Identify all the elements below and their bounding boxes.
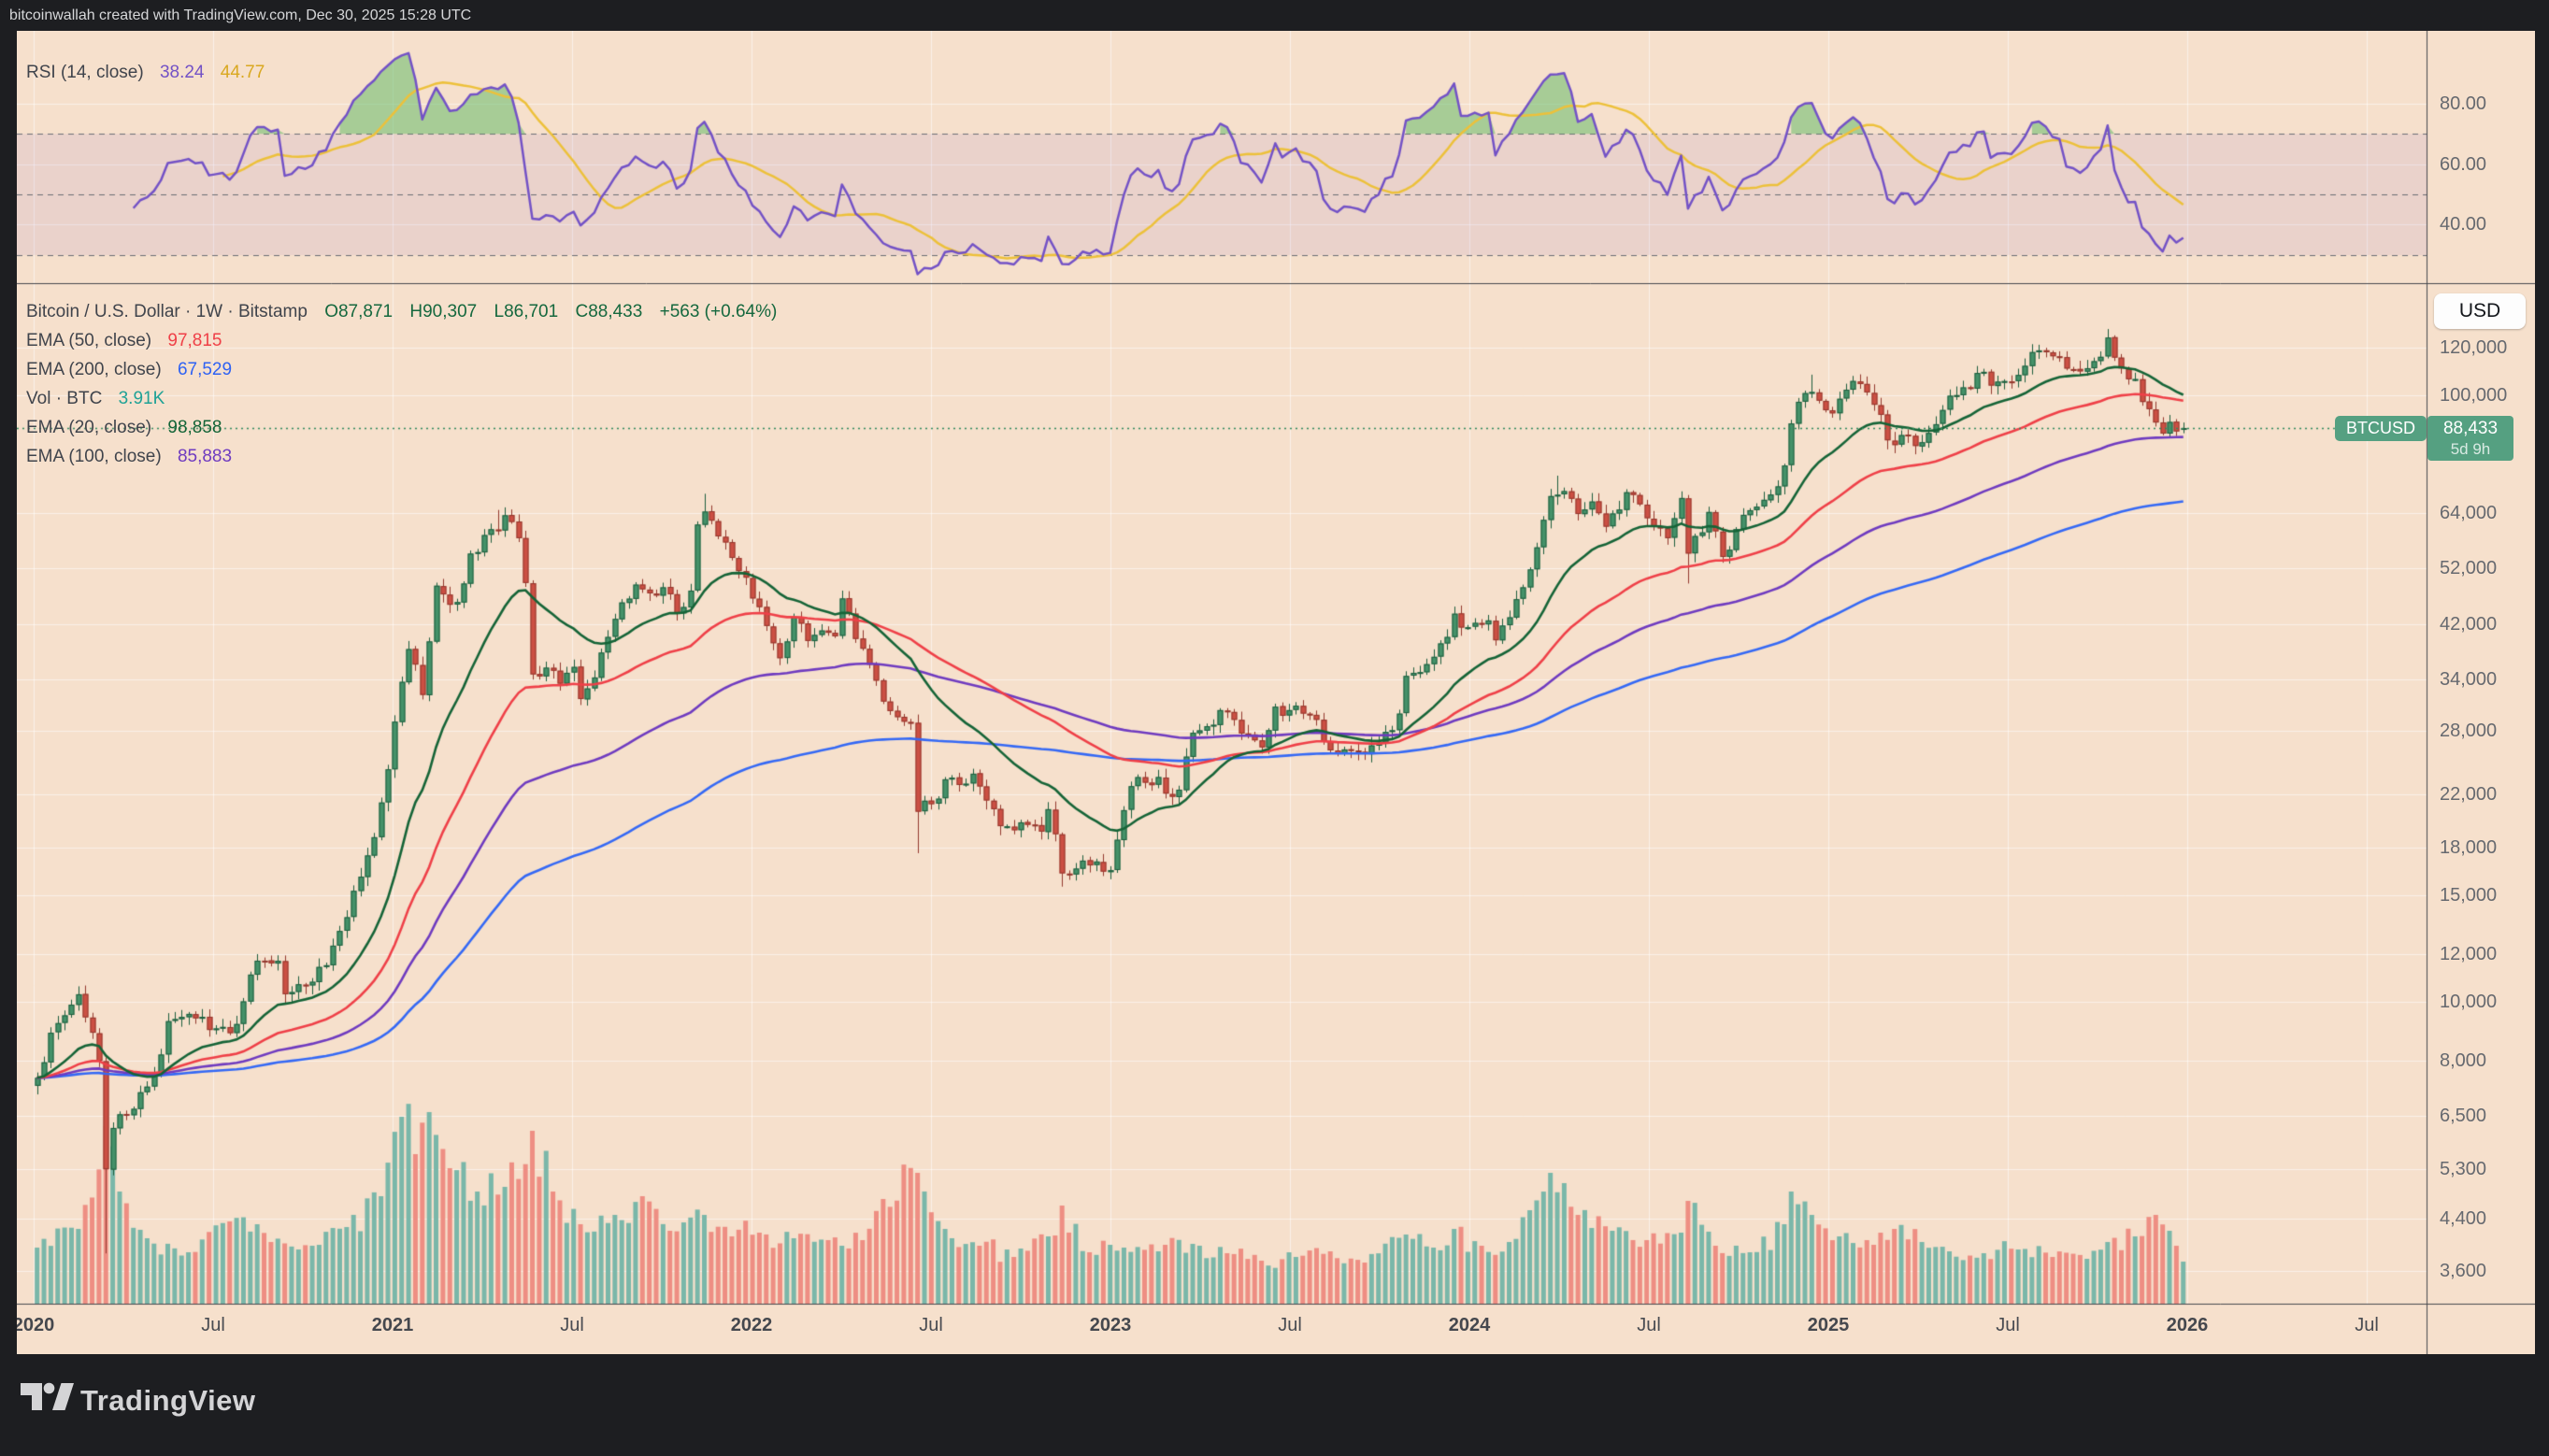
price-tick-label: 100,000 bbox=[2440, 386, 2535, 405]
price-tick-label: 3,600 bbox=[2440, 1262, 2535, 1280]
price-tick-label: 18,000 bbox=[2440, 838, 2535, 857]
rsi-legend[interactable]: RSI (14, close) 38.24 44.77 bbox=[26, 63, 265, 83]
time-month-label: Jul bbox=[1637, 1315, 1661, 1336]
time-month-label: Jul bbox=[1278, 1315, 1302, 1336]
price-tick-label: 28,000 bbox=[2440, 721, 2535, 740]
indicator-label: Vol · BTC bbox=[26, 389, 102, 408]
indicator-value: 97,815 bbox=[167, 331, 222, 350]
time-year-label: 2023 bbox=[1090, 1315, 1132, 1336]
indicator-value: 3.91K bbox=[119, 389, 165, 408]
price-tick-label: 52,000 bbox=[2440, 559, 2535, 578]
price-tick-label: 15,000 bbox=[2440, 886, 2535, 905]
tradingview-wordmark[interactable]: TradingView bbox=[80, 1384, 256, 1418]
close-value: C88,433 bbox=[575, 302, 642, 321]
price-tick-label: 4,400 bbox=[2440, 1209, 2535, 1228]
indicator-label: EMA (100, close) bbox=[26, 447, 162, 466]
price-tick-label: 8,000 bbox=[2440, 1051, 2535, 1070]
rsi-legend-label: RSI (14, close) bbox=[26, 63, 144, 82]
indicator-label: EMA (50, close) bbox=[26, 331, 151, 350]
open-value: O87,871 bbox=[324, 302, 393, 321]
tradingview-logo-icon[interactable] bbox=[21, 1382, 75, 1421]
rsi-tick-label: 40.00 bbox=[2440, 215, 2535, 234]
chart-canvas[interactable] bbox=[17, 31, 2535, 1354]
price-tick-label: 6,500 bbox=[2440, 1106, 2535, 1125]
price-tick-label: 12,000 bbox=[2440, 945, 2535, 964]
price-tick-label: 10,000 bbox=[2440, 992, 2535, 1011]
indicator-value: 85,883 bbox=[178, 447, 232, 466]
legend-row: EMA (100, close) 85,883 bbox=[26, 446, 777, 475]
legend-row: EMA (200, close) 67,529 bbox=[26, 359, 777, 388]
indicator-value: 98,858 bbox=[167, 418, 222, 437]
symbol-title: Bitcoin / U.S. Dollar · 1W · Bitstamp bbox=[26, 302, 308, 321]
time-month-label: Jul bbox=[201, 1315, 225, 1336]
time-month-label: Jul bbox=[2355, 1315, 2379, 1336]
indicator-label: EMA (200, close) bbox=[26, 360, 162, 379]
tradingview-snapshot: bitcoinwallah created with TradingView.c… bbox=[0, 0, 2549, 1456]
legend-row: EMA (50, close) 97,815 bbox=[26, 330, 777, 359]
rsi-tick-label: 80.00 bbox=[2440, 94, 2535, 113]
footer-bar: TradingView bbox=[0, 1354, 2549, 1456]
symbol-price-line-badge: BTCUSD bbox=[2335, 416, 2427, 441]
time-month-label: Jul bbox=[919, 1315, 943, 1336]
rsi-ma-value: 44.77 bbox=[221, 63, 265, 82]
currency-toggle-button[interactable]: USD bbox=[2434, 293, 2526, 329]
symbol-badge-text: BTCUSD bbox=[2346, 419, 2415, 437]
price-tick-label: 22,000 bbox=[2440, 785, 2535, 804]
time-year-label: 2022 bbox=[731, 1315, 773, 1336]
rsi-value: 38.24 bbox=[160, 63, 205, 82]
time-month-label: Jul bbox=[1996, 1315, 2020, 1336]
price-tick-label: 5,300 bbox=[2440, 1160, 2535, 1178]
price-tick-label: 64,000 bbox=[2440, 504, 2535, 522]
time-year-label: 2026 bbox=[2167, 1315, 2209, 1336]
price-tick-label: 120,000 bbox=[2440, 338, 2535, 357]
legend-row: EMA (20, close) 98,858 bbox=[26, 417, 777, 446]
change-value: +563 (+0.64%) bbox=[660, 302, 778, 321]
header-credit-bar: bitcoinwallah created with TradingView.c… bbox=[0, 0, 2549, 31]
time-year-label: 2024 bbox=[1449, 1315, 1491, 1336]
last-price-badge: 88,433 5d 9h bbox=[2427, 416, 2513, 461]
last-price-text: 88,433 bbox=[2427, 418, 2513, 439]
indicator-label: EMA (20, close) bbox=[26, 418, 151, 437]
symbol-ohlc-row: Bitcoin / U.S. Dollar · 1W · Bitstamp O8… bbox=[26, 301, 777, 330]
price-tick-label: 34,000 bbox=[2440, 670, 2535, 689]
rsi-tick-label: 60.00 bbox=[2440, 155, 2535, 174]
time-month-label: Jul bbox=[560, 1315, 584, 1336]
time-year-label: 2025 bbox=[1808, 1315, 1850, 1336]
time-year-label: 2021 bbox=[372, 1315, 414, 1336]
price-tick-label: 42,000 bbox=[2440, 615, 2535, 634]
low-value: L86,701 bbox=[494, 302, 559, 321]
chart-area: RSI (14, close) 38.24 44.77 Bitcoin / U.… bbox=[17, 31, 2535, 1354]
indicator-value: 67,529 bbox=[178, 360, 232, 379]
header-credit-text: bitcoinwallah created with TradingView.c… bbox=[9, 7, 471, 23]
high-value: H90,307 bbox=[409, 302, 477, 321]
time-year-label: 2020 bbox=[17, 1315, 54, 1336]
main-legend[interactable]: Bitcoin / U.S. Dollar · 1W · Bitstamp O8… bbox=[26, 301, 777, 475]
legend-row: Vol · BTC 3.91K bbox=[26, 388, 777, 417]
bar-countdown-text: 5d 9h bbox=[2427, 439, 2513, 459]
